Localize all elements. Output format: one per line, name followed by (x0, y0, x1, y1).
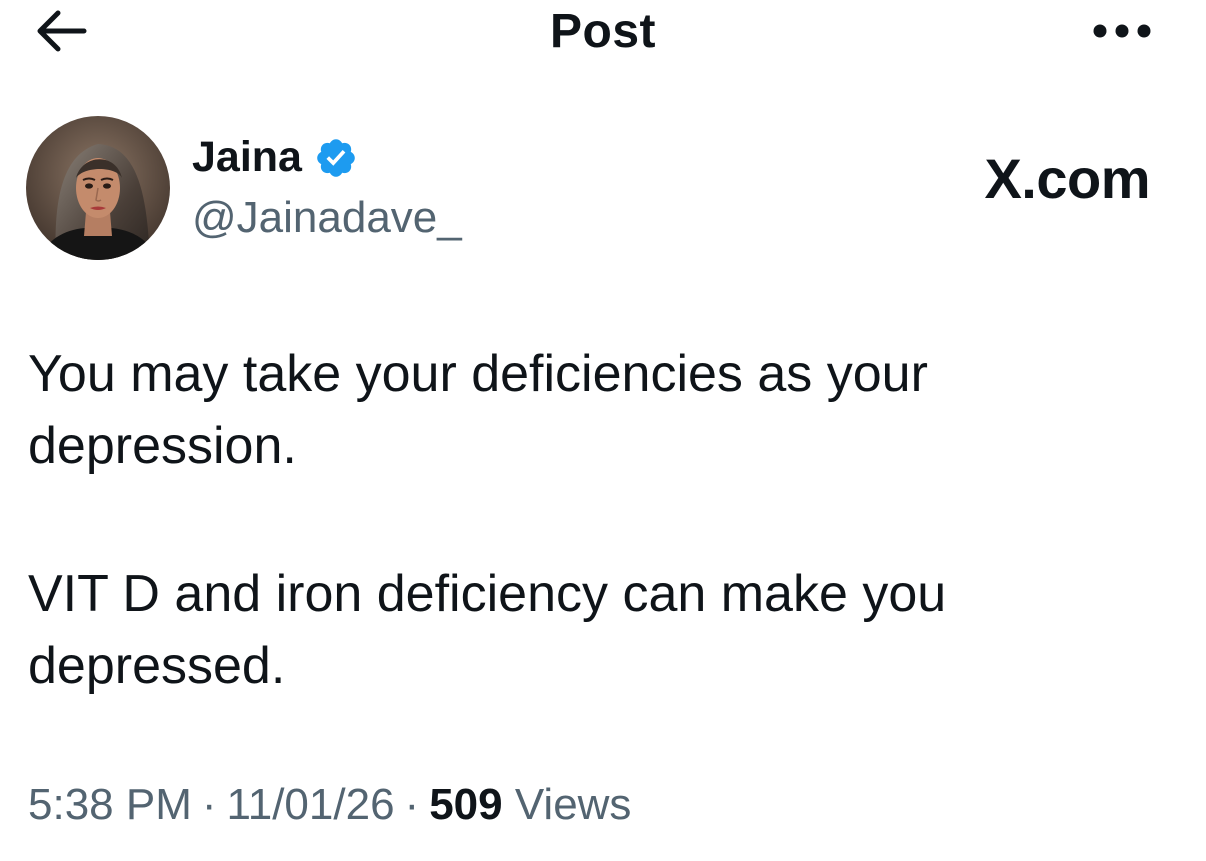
avatar[interactable] (26, 116, 170, 260)
more-options-button[interactable] (1085, 14, 1159, 48)
ellipsis-horizontal-icon (1093, 24, 1151, 38)
verified-badge-icon (314, 136, 358, 180)
display-name: Jaina (192, 133, 302, 181)
meta-separator: · (201, 780, 217, 829)
meta-separator: · (404, 780, 420, 829)
post-paragraph: You may take your deficiencies as your d… (28, 345, 928, 475)
post-date[interactable]: 11/01/26 (227, 780, 395, 829)
page-title: Post (549, 5, 656, 58)
post-time[interactable]: 5:38 PM (28, 780, 192, 829)
post-detail-page: Post Jaina @Jainadave_ X.com You may tak… (0, 0, 1206, 861)
post-meta: 5:38 PM · 11/01/26 · 509 Views (28, 780, 631, 830)
avatar-photo (26, 116, 170, 260)
watermark-text: X.com (984, 147, 1150, 210)
post-paragraph: VIT D and iron deficiency can make you d… (28, 565, 947, 695)
post-text: You may take your deficiencies as your d… (28, 338, 1168, 702)
author-name-row[interactable]: Jaina (192, 133, 358, 182)
views-count[interactable]: 509 (429, 780, 502, 829)
views-label[interactable]: Views (515, 780, 632, 829)
author-handle[interactable]: @Jainadave_ (192, 193, 462, 243)
